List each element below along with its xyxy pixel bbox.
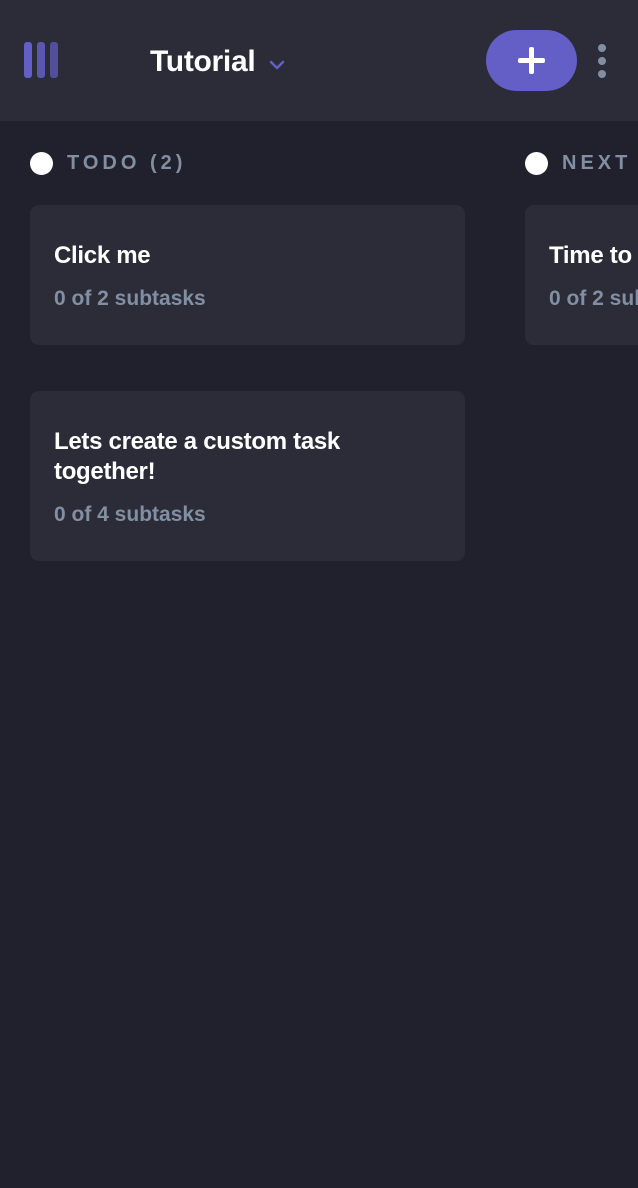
task-card[interactable]: Time to 0 of 2 sul [525,205,638,345]
column-label: TODO (2) [67,151,187,174]
chevron-down-icon [270,60,285,70]
plus-icon [518,47,545,74]
app-header: Tutorial [0,0,638,121]
column-header: NEXT ( [525,150,638,176]
task-title: Lets create a custom task together! [54,428,340,485]
vertical-ellipsis-icon[interactable] [593,43,611,79]
task-card[interactable]: Lets create a custom task together! 0 of… [30,391,465,561]
task-title: Click me [54,242,151,269]
task-title: Time to [549,242,632,269]
column-label: NEXT ( [562,151,638,174]
column-status-dot [525,151,548,175]
column-header: TODO (2) [30,150,465,176]
task-subtask-count: 0 of 2 sul [549,287,638,310]
add-task-button[interactable] [486,30,577,91]
task-card[interactable]: Click me 0 of 2 subtasks [30,205,465,345]
task-subtask-count: 0 of 4 subtasks [54,503,206,526]
task-subtask-count: 0 of 2 subtasks [54,287,206,310]
column-todo: TODO (2) Click me 0 of 2 subtasks Lets c… [30,150,465,561]
board-selector[interactable]: Tutorial [150,42,285,82]
column-next: NEXT ( Time to 0 of 2 sul [525,150,638,345]
board-title: Tutorial [150,45,256,78]
column-status-dot [30,151,53,175]
kanban-logo-icon [24,42,60,78]
